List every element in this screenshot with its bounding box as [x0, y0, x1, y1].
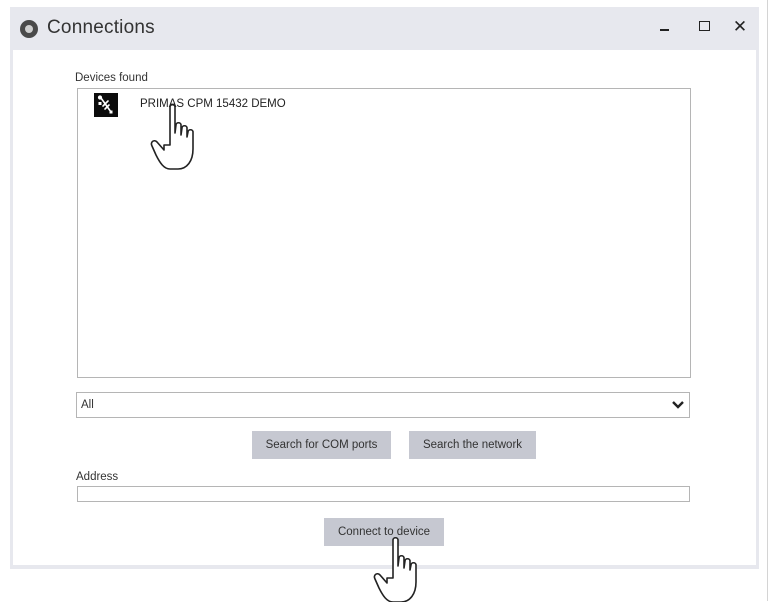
- background-edge: [767, 0, 768, 601]
- connect-to-device-button[interactable]: Connect to device: [324, 518, 444, 546]
- device-name: PRIMAS CPM 15432 DEMO: [140, 98, 286, 110]
- filter-selected-value: All: [81, 399, 94, 411]
- address-field[interactable]: [77, 486, 690, 502]
- device-type-filter[interactable]: All: [76, 392, 690, 418]
- window-title: Connections: [47, 17, 155, 38]
- maximize-button[interactable]: [694, 15, 716, 39]
- chevron-down-icon[interactable]: [669, 397, 687, 418]
- list-item[interactable]: PRIMAS CPM 15432 DEMO: [94, 92, 354, 118]
- address-label: Address: [76, 471, 119, 483]
- devices-list[interactable]: PRIMAS CPM 15432 DEMO: [77, 88, 691, 378]
- usb-device-icon: [94, 93, 118, 117]
- connections-window: Connections ✕ Devices found PRIMAS CPM 1…: [10, 7, 759, 569]
- dialog-content: Devices found PRIMAS CPM 15432 DEMO All …: [13, 50, 756, 565]
- title-bar[interactable]: Connections ✕: [10, 7, 759, 49]
- search-network-button[interactable]: Search the network: [409, 431, 536, 459]
- search-com-ports-button[interactable]: Search for COM ports: [252, 431, 391, 459]
- minimize-button[interactable]: [654, 15, 676, 39]
- devices-found-label: Devices found: [75, 72, 148, 84]
- close-button[interactable]: ✕: [729, 15, 751, 39]
- app-logo-icon: [20, 20, 38, 38]
